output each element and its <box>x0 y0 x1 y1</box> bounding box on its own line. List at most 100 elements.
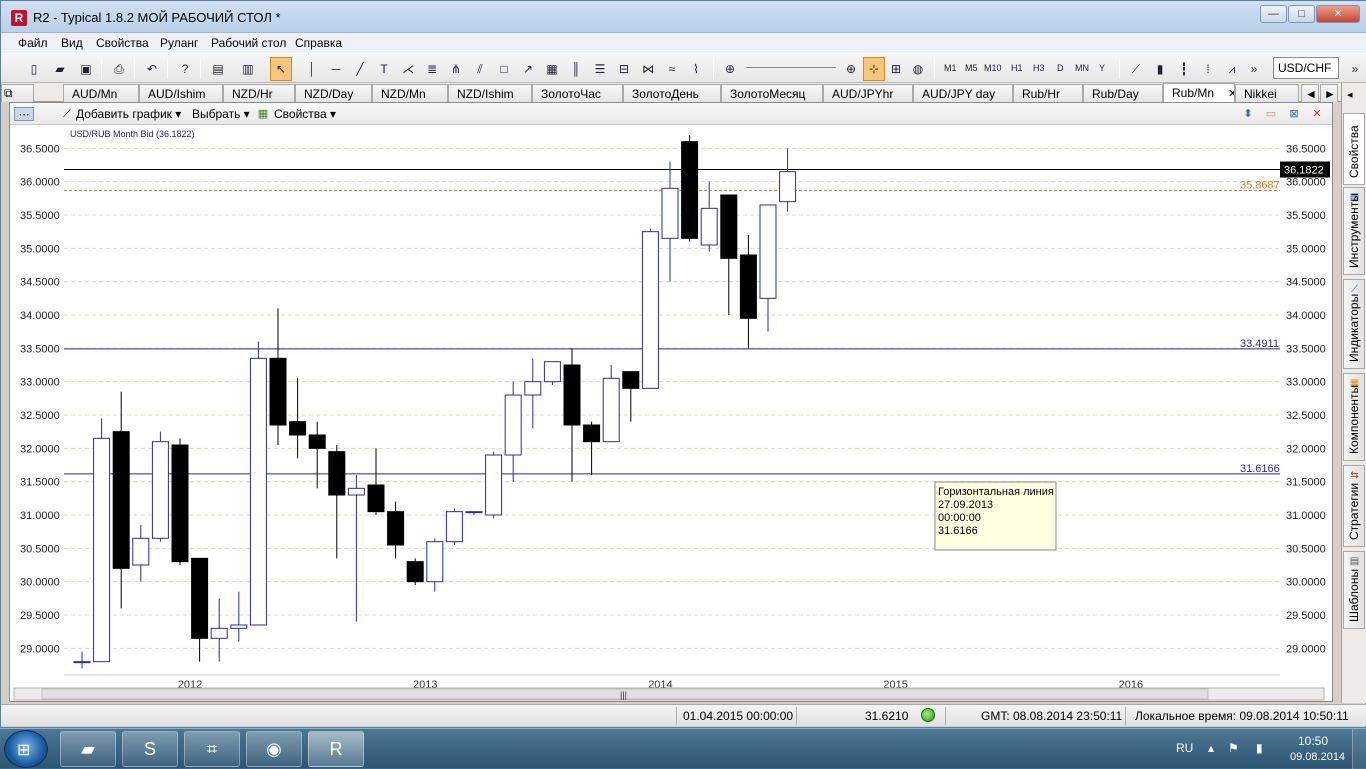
gann-icon[interactable]: ⊟ <box>615 60 633 78</box>
menu-file[interactable]: Файл <box>18 36 48 50</box>
bar-chart-icon[interactable]: ┇ <box>1175 60 1193 78</box>
tabs-menu-icon[interactable]: ⧉ <box>1 84 34 102</box>
pdf-task-icon[interactable]: ⌗ <box>184 731 240 767</box>
side-tab-components[interactable]: ▦ Компоненты <box>1343 373 1365 461</box>
zoom-icon[interactable]: ⊕ <box>721 60 739 78</box>
side-tab-templates[interactable]: ▤ Шаблоны <box>1343 551 1365 629</box>
cursor-tool-icon[interactable]: ↖ <box>270 57 292 81</box>
pitchfork-icon[interactable]: ⋌ <box>399 60 417 78</box>
timeframe-mn[interactable]: MN <box>1075 63 1089 73</box>
pin-icon[interactable]: ⬍ <box>1241 107 1255 121</box>
r2-task-icon[interactable]: R <box>308 731 364 767</box>
tab-gold-hour[interactable]: ЗолотоЧас <box>532 84 623 102</box>
tray-flag-icon[interactable]: ⚑ <box>1228 741 1239 755</box>
chart-canvas[interactable]: USD/RUB Month Bid (36.1822) 29.0000 29.000… <box>10 125 1332 701</box>
trend-line-icon[interactable]: ╱ <box>351 60 369 78</box>
maximize-chart-icon[interactable]: ⊠ <box>1287 107 1301 121</box>
timeframe-h3[interactable]: H3 <box>1033 63 1045 73</box>
globe-icon[interactable]: ◍ <box>909 60 927 78</box>
timeframe-h1[interactable]: H1 <box>1011 63 1023 73</box>
cross-lines-icon[interactable]: ⋈ <box>639 60 657 78</box>
maximize-button[interactable]: □ <box>1288 5 1315 23</box>
timeframe-m10[interactable]: M10 <box>984 63 1002 73</box>
crosshair-icon[interactable]: ⊹ <box>863 57 885 81</box>
tab-aud-ishim[interactable]: AUD/Ishim <box>139 84 223 102</box>
chart-properties-button[interactable]: Свойства ▾ <box>274 107 336 121</box>
chart-folder-icon[interactable]: ▥ <box>239 60 257 78</box>
tray-expand-icon[interactable]: ▴ <box>1208 741 1214 755</box>
side-tab-indicators[interactable]: ⟋ Индикаторы <box>1343 279 1365 369</box>
menu-desktop[interactable]: Рабочий стол <box>211 36 286 50</box>
zigzag-icon[interactable]: ⌇ <box>687 60 705 78</box>
tab-nikkei[interactable]: Nikkei <box>1235 84 1299 102</box>
side-tab-strategies[interactable]: ⇆ Стратегии <box>1343 465 1365 547</box>
tray-battery-icon[interactable]: ▮ <box>1256 741 1263 755</box>
line-chart-icon[interactable]: ⟋ <box>1127 60 1145 78</box>
minimize-button[interactable]: — <box>1260 5 1287 23</box>
add-chart-button[interactable]: Добавить график ▾ <box>76 107 181 121</box>
menu-rulang[interactable]: Руланг <box>160 36 198 50</box>
show-desktop-button[interactable] <box>1352 729 1366 769</box>
explorer-task-icon[interactable]: ▰ <box>60 731 116 767</box>
start-button[interactable]: ⊞ <box>4 730 48 768</box>
tab-gold-day[interactable]: ЗолотоДень <box>623 84 721 102</box>
tabs-next-icon[interactable]: ► <box>1320 84 1338 102</box>
tab-gold-month[interactable]: ЗолотоМесяц <box>721 84 823 102</box>
tab-nzd-ishim[interactable]: NZD/Ishim <box>448 84 532 102</box>
side-tab-properties[interactable]: Свойства <box>1343 113 1365 185</box>
timeframe-m1[interactable]: M1 <box>944 63 957 73</box>
list-icon[interactable]: ☰ <box>591 60 609 78</box>
horizontal-line-icon[interactable]: ─ <box>327 60 345 78</box>
fan-icon[interactable]: ⋔ <box>447 60 465 78</box>
toolbar-more-right-icon[interactable]: » <box>1346 60 1364 78</box>
tab-rub-mn[interactable]: Rub/Mn ✕ <box>1163 83 1235 102</box>
tab-nzd-mn[interactable]: NZD/Mn <box>372 84 448 102</box>
tile-windows-icon[interactable]: ▭ <box>1264 107 1278 121</box>
timeframe-y[interactable]: Y <box>1099 63 1105 73</box>
bars-icon[interactable]: ║ <box>567 60 585 78</box>
select-button[interactable]: Выбрать ▾ <box>192 107 250 121</box>
vertical-line-icon[interactable]: │ <box>303 60 321 78</box>
tab-rub-day[interactable]: Rub/Day <box>1083 84 1163 102</box>
menu-view[interactable]: Вид <box>61 36 83 50</box>
tab-audjpy-day[interactable]: AUD/JPY day <box>913 84 1013 102</box>
tab-nzd-hr[interactable]: NZD/Hr <box>223 84 295 102</box>
timeframe-m5[interactable]: M5 <box>965 63 978 73</box>
print-icon[interactable]: ⎙ <box>110 60 128 78</box>
menu-properties[interactable]: Свойства <box>96 36 149 50</box>
close-button[interactable]: ✕ <box>1316 5 1360 23</box>
symbol-select[interactable]: USD/CHF <box>1273 57 1339 79</box>
open-folder-icon[interactable]: ▰ <box>51 60 69 78</box>
chrome-task-icon[interactable]: ◉ <box>246 731 302 767</box>
wave-icon[interactable]: ≈ <box>663 60 681 78</box>
fibonacci-icon[interactable]: ≣ <box>423 60 441 78</box>
zoom-slider-track[interactable] <box>746 62 836 68</box>
tabs-prev-icon[interactable]: ◄ <box>1301 84 1319 102</box>
candle-chart-icon[interactable]: ▮ <box>1151 60 1169 78</box>
rectangle-icon[interactable]: □ <box>495 60 513 78</box>
channel-icon[interactable]: ⫽ <box>471 60 489 78</box>
area-chart-icon[interactable]: ⩘ <box>1223 60 1241 78</box>
help-icon[interactable]: ? <box>176 60 194 78</box>
clock-date[interactable]: 09.08.2014 <box>1290 751 1345 763</box>
tab-close-icon[interactable]: ✕ <box>1228 88 1234 100</box>
grid-icon[interactable]: ▦ <box>543 60 561 78</box>
arrow-icon[interactable]: ↗ <box>519 60 537 78</box>
close-chart-icon[interactable]: ✕ <box>1310 107 1324 121</box>
language-indicator[interactable]: RU <box>1176 741 1193 755</box>
undo-icon[interactable]: ↶ <box>143 60 161 78</box>
skype-task-icon[interactable]: S <box>122 731 178 767</box>
side-panel-pin-icon[interactable]: ◂ <box>1341 83 1363 111</box>
new-file-icon[interactable]: ▯ <box>25 60 43 78</box>
clock-time[interactable]: 10:50 <box>1298 734 1328 748</box>
save-icon[interactable]: ▣ <box>77 60 95 78</box>
tab-audjpy-hr[interactable]: AUD/JPYhr <box>823 84 913 102</box>
chart-settings-icon[interactable]: ⋯ <box>14 107 34 121</box>
zoom-in-icon[interactable]: ⊕ <box>842 60 860 78</box>
chart-template-icon[interactable]: ▤ <box>209 60 227 78</box>
text-tool-icon[interactable]: T <box>375 60 393 78</box>
tab-aud-mn[interactable]: AUD/Mn <box>63 84 139 102</box>
timeframe-d[interactable]: D <box>1057 63 1064 73</box>
grid-toggle-icon[interactable]: ⊞ <box>887 60 905 78</box>
menu-help[interactable]: Справка <box>295 36 342 50</box>
